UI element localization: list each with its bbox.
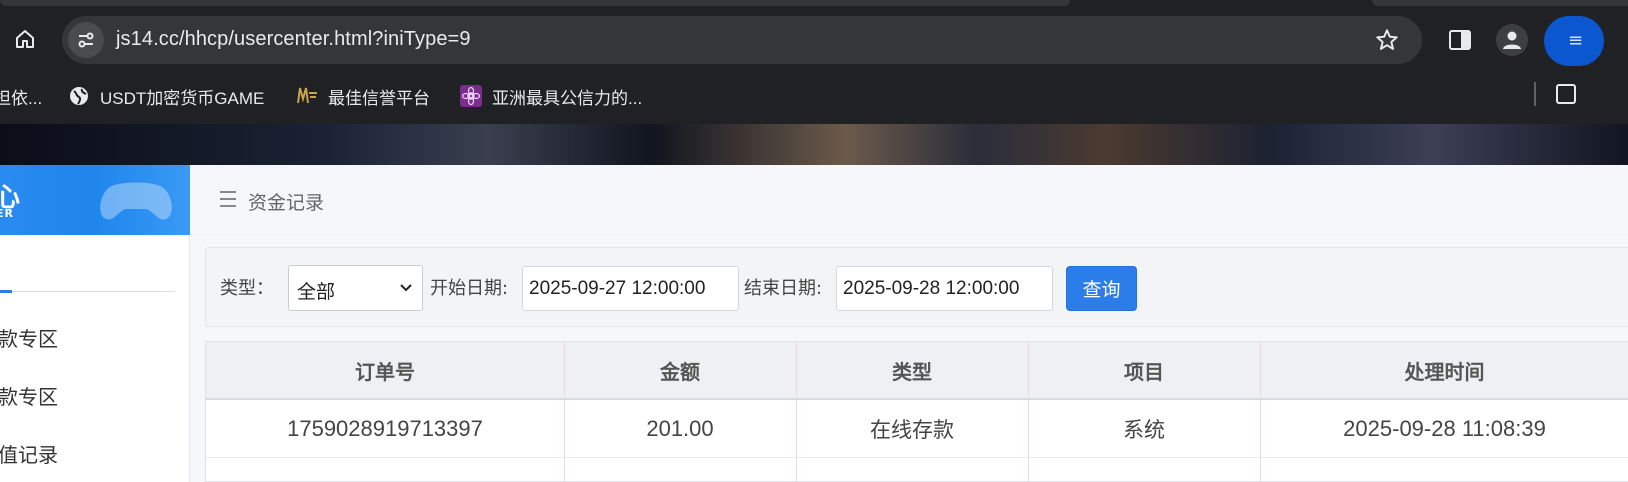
header-amount: 金额: [660, 359, 700, 384]
main-content: 资金记录 类型： 全部 开始日期: 2025-09-27 12:00:00 结束…: [190, 165, 1628, 482]
bookmarks-divider: [1534, 82, 1536, 106]
sidebar-divider: [0, 291, 175, 292]
sidebar-item-withdraw[interactable]: 款专区: [0, 381, 58, 410]
start-date-input[interactable]: 2025-09-27 12:00:00: [522, 266, 739, 311]
sidebar-item-deposit[interactable]: 款专区: [0, 323, 58, 352]
start-date-label: 开始日期:: [430, 278, 509, 299]
url-text[interactable]: js14.cc/hhcp/usercenter.html?iniType=9: [116, 28, 471, 51]
site-banner-image: [0, 124, 1628, 165]
cell-order-no: 1759028919713397: [287, 415, 483, 441]
site-logo-icon: [296, 85, 318, 107]
end-date-input[interactable]: 2025-09-28 12:00:00: [836, 266, 1053, 311]
purple-flower-icon: [460, 85, 482, 107]
header-time: 处理时间: [1404, 359, 1485, 384]
sidebar: 心 ER 款专区 款专区 值记录: [0, 165, 190, 482]
account-badge[interactable]: ≡: [1544, 16, 1604, 66]
sidebar-item-records[interactable]: 值记录: [0, 439, 58, 468]
type-select-value: 全部: [297, 281, 336, 303]
sidebar-active-indicator: [0, 290, 12, 293]
end-date-label: 结束日期:: [744, 278, 823, 299]
home-icon[interactable]: [8, 22, 42, 56]
page-header: 资金记录: [190, 165, 1628, 235]
type-select[interactable]: 全部: [288, 265, 423, 311]
query-button[interactable]: 查询: [1066, 266, 1137, 311]
gamepad-icon: [100, 182, 172, 220]
cell-item: 系统: [1123, 417, 1165, 442]
menu-icon[interactable]: [220, 191, 236, 207]
header-type: 类型: [892, 359, 932, 384]
bookmark-label: 亚洲最具公信力的...: [492, 88, 643, 108]
cell-time: 2025-09-28 11:08:39: [1343, 415, 1546, 441]
chevron-down-icon: [400, 284, 412, 292]
type-label: 类型：: [220, 278, 274, 299]
cell-amount: 201.00: [646, 415, 714, 441]
fund-records-table: 订单号 金额 类型 项目 处理时间 1759028919713397 201.0…: [205, 341, 1628, 482]
globe-icon: [68, 85, 90, 107]
all-bookmarks-icon[interactable]: [1556, 84, 1576, 104]
filter-bar: 类型： 全部 开始日期: 2025-09-27 12:00:00 结束日期: 2…: [205, 247, 1628, 327]
browser-chrome: js14.cc/hhcp/usercenter.html?iniType=9 ≡…: [0, 0, 1628, 124]
bookmarks-bar: 担依... USDT加密货币GAME 最佳信誉平台 亚洲最具公信力的...: [0, 70, 1628, 122]
page-title: 资金记录: [248, 192, 325, 214]
bookmark-item[interactable]: 最佳信誉平台: [296, 82, 430, 110]
address-bar[interactable]: js14.cc/hhcp/usercenter.html?iniType=9: [62, 16, 1422, 64]
table-row: 1759028919713397 201.00 在线存款 系统 2025-09-…: [206, 400, 1628, 458]
sidebar-header: 心 ER: [0, 165, 190, 235]
bookmark-item[interactable]: USDT加密货币GAME: [68, 82, 264, 110]
bookmark-star-icon[interactable]: [1374, 27, 1400, 57]
bookmark-label: USDT加密货币GAME: [100, 88, 265, 108]
account-badge-letter: ≡: [1568, 30, 1584, 51]
site-info-icon[interactable]: [68, 22, 104, 58]
bookmark-label: 最佳信誉平台: [328, 88, 430, 108]
table-header: 订单号 金额 类型 项目 处理时间: [206, 342, 1628, 400]
bookmark-label: 担依...: [0, 88, 43, 108]
cell-type: 在线存款: [870, 417, 954, 442]
profile-icon[interactable]: [1496, 24, 1528, 56]
header-order-no: 订单号: [355, 359, 415, 384]
side-panel-icon[interactable]: [1446, 26, 1474, 54]
sidebar-header-subtitle: ER: [0, 207, 14, 220]
tab-strip-right: [1372, 0, 1628, 6]
bookmark-item[interactable]: 亚洲最具公信力的...: [460, 82, 642, 110]
header-item: 项目: [1124, 359, 1164, 384]
tab-strip: [0, 0, 1070, 6]
bookmark-item[interactable]: 担依...: [0, 82, 42, 110]
